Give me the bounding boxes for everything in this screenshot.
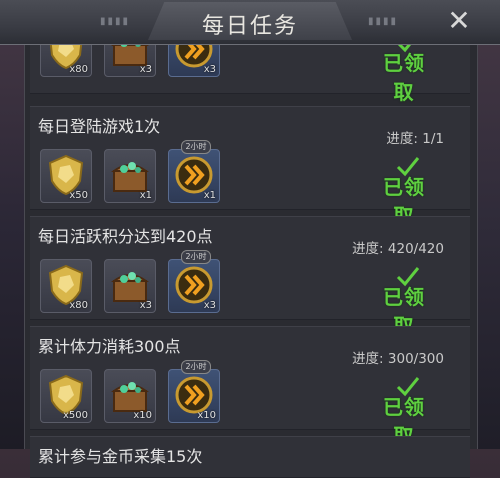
task-row: 每日活跃积分达到420点 进度: 420/420 x80 x3 2小时 x3 已… bbox=[30, 216, 470, 338]
reward-qty: x50 bbox=[69, 190, 88, 201]
reward-qty: x10 bbox=[133, 410, 152, 421]
task-progress: 进度: 1/1 bbox=[386, 131, 444, 147]
task-progress: 进度: 420/420 bbox=[352, 241, 444, 257]
task-name: 每日登陆游戏1次 bbox=[38, 117, 161, 136]
reward-qty: x1 bbox=[203, 190, 216, 201]
task-name: 每日活跃积分达到420点 bbox=[38, 227, 213, 246]
reward-slot[interactable]: x3 bbox=[104, 259, 156, 313]
close-button[interactable]: ✕ bbox=[444, 6, 474, 36]
reward-slot[interactable]: x50 bbox=[40, 149, 92, 203]
reward-qty: x10 bbox=[197, 410, 216, 421]
reward-qty: x3 bbox=[139, 64, 152, 75]
timer-badge: 2小时 bbox=[181, 140, 211, 154]
task-name: 累计体力消耗300点 bbox=[38, 337, 181, 356]
reward-slot[interactable]: x1 bbox=[104, 149, 156, 203]
reward-slot[interactable]: x80 bbox=[40, 259, 92, 313]
window-title: 每日任务 bbox=[201, 14, 298, 39]
reward-slot[interactable]: 2小时 x1 bbox=[168, 140, 220, 203]
task-row: 每日登陆游戏1次 进度: 1/1 x50 x1 2小时 x1 已领 bbox=[30, 106, 470, 228]
task-progress: 进度: 300/300 bbox=[352, 351, 444, 367]
claimed-status: 已领取 bbox=[374, 377, 434, 448]
claimed-label: 已领取 bbox=[383, 51, 425, 104]
reward-qty: x3 bbox=[203, 300, 216, 311]
reward-slot[interactable]: x500 bbox=[40, 369, 92, 423]
task-name: 累计参与金币采集15次 bbox=[38, 447, 203, 466]
claimed-status: 已领取 bbox=[374, 157, 434, 228]
reward-qty: x500 bbox=[62, 410, 88, 421]
reward-qty: x3 bbox=[139, 300, 152, 311]
task-row: 累计参与金币采集15次 bbox=[30, 436, 470, 478]
claimed-status: 已领取 bbox=[374, 267, 434, 338]
close-icon: ✕ bbox=[447, 4, 471, 37]
timer-badge: 2小时 bbox=[181, 360, 211, 374]
reward-qty: x1 bbox=[139, 190, 152, 201]
task-row: 累计体力消耗300点 进度: 300/300 x500 x10 2小时 x10 bbox=[30, 326, 470, 448]
reward-slot[interactable]: x10 bbox=[104, 369, 156, 423]
reward-qty: x80 bbox=[69, 64, 88, 75]
title-bar: ▮▮▮▮ ▮▮▮▮ 每日任务 ✕ bbox=[0, 0, 500, 45]
reward-qty: x80 bbox=[69, 300, 88, 311]
timer-badge: 2小时 bbox=[181, 250, 211, 264]
reward-qty: x3 bbox=[203, 64, 216, 75]
reward-slot[interactable]: 2小时 x3 bbox=[168, 250, 220, 313]
reward-slot[interactable]: 2小时 x10 bbox=[168, 360, 220, 423]
